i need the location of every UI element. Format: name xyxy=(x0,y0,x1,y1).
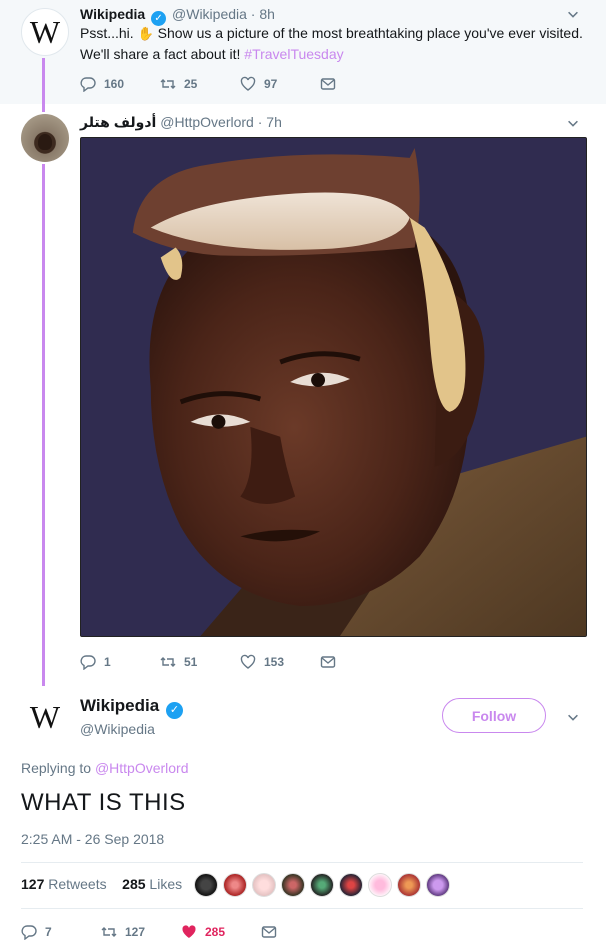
divider xyxy=(21,908,583,909)
reply-button[interactable]: 160 xyxy=(80,76,160,92)
reply-icon xyxy=(80,655,96,670)
liker-avatar[interactable] xyxy=(281,873,305,897)
like-count: 97 xyxy=(264,77,278,91)
envelope-icon xyxy=(320,656,336,668)
retweets-stat[interactable]: 127 Retweets xyxy=(21,876,107,892)
reply-button[interactable]: 7 xyxy=(21,924,101,940)
chevron-down-icon[interactable] xyxy=(565,7,581,23)
likes-stat-count: 285 xyxy=(122,876,146,892)
author-name[interactable]: Wikipedia ✓ xyxy=(80,696,185,719)
reply-count: 1 xyxy=(104,655,111,669)
envelope-icon xyxy=(261,926,277,938)
author-handle[interactable]: @HttpOverlord xyxy=(160,114,254,130)
tweet-actions: 160 25 97 xyxy=(80,76,344,92)
retweet-count: 127 xyxy=(125,925,146,939)
wikipedia-avatar[interactable]: W xyxy=(21,693,69,741)
chevron-down-icon[interactable] xyxy=(565,710,581,726)
follow-button[interactable]: Follow xyxy=(442,698,546,733)
thread-connector xyxy=(42,58,45,112)
tweet-text: Psst...hi. ✋ Show us a picture of the mo… xyxy=(80,23,590,64)
like-count: 153 xyxy=(264,655,285,669)
heart-icon xyxy=(240,76,256,91)
tweet-header: أدولف هتلر @HttpOverlord · 7h xyxy=(80,114,282,131)
tweet-photo[interactable] xyxy=(80,137,587,637)
divider xyxy=(21,862,583,863)
reply-icon xyxy=(80,77,96,92)
reply-count: 160 xyxy=(104,77,125,91)
reply-button[interactable]: 1 xyxy=(80,654,160,670)
liker-avatar[interactable] xyxy=(252,873,276,897)
author-name[interactable]: أدولف هتلر xyxy=(80,114,156,130)
message-button[interactable] xyxy=(320,76,344,92)
tweet-actions: 1 51 153 xyxy=(80,654,344,670)
tweet-actions: 7 127 285 xyxy=(21,924,285,940)
author-name-text: Wikipedia xyxy=(80,696,160,715)
separator: · xyxy=(253,114,267,130)
liker-avatar[interactable] xyxy=(223,873,247,897)
retweet-count: 51 xyxy=(184,655,198,669)
tweet-timestamp[interactable]: 2:25 AM - 26 Sep 2018 xyxy=(21,831,164,847)
replying-to-link[interactable]: @HttpOverlord xyxy=(95,760,189,776)
reply-icon xyxy=(21,925,37,940)
liker-avatars xyxy=(194,873,455,897)
thread-connector xyxy=(42,164,45,686)
liker-avatar[interactable] xyxy=(194,873,218,897)
tweet-text-start: Psst...hi. xyxy=(80,25,138,41)
liker-avatar[interactable] xyxy=(310,873,334,897)
retweet-button[interactable]: 51 xyxy=(160,654,240,670)
verified-badge-icon: ✓ xyxy=(165,702,183,719)
retweet-icon xyxy=(160,79,176,89)
liker-avatar[interactable] xyxy=(426,873,450,897)
message-button[interactable] xyxy=(261,924,285,940)
likes-stat[interactable]: 285 Likes xyxy=(122,876,182,892)
author-handle[interactable]: @Wikipedia xyxy=(172,6,247,22)
retweet-count: 25 xyxy=(184,77,198,91)
message-button[interactable] xyxy=(320,654,344,670)
retweets-stat-label: Retweets xyxy=(48,876,107,892)
liker-avatar[interactable] xyxy=(368,873,392,897)
like-count: 285 xyxy=(205,925,226,939)
heart-filled-icon xyxy=(182,925,196,938)
like-button[interactable]: 97 xyxy=(240,76,320,92)
parent-tweet[interactable]: W Wikipedia ✓ @Wikipedia · 8h Psst...hi.… xyxy=(0,0,606,104)
liker-avatar[interactable] xyxy=(397,873,421,897)
author-handle[interactable]: @Wikipedia xyxy=(80,721,155,737)
reply-count: 7 xyxy=(45,925,52,939)
heart-icon xyxy=(240,654,256,669)
likes-stat-label: Likes xyxy=(149,876,183,892)
like-button[interactable]: 285 xyxy=(181,924,261,940)
tweet-stats: 127 Retweets 285 Likes xyxy=(21,876,182,892)
user-avatar[interactable] xyxy=(21,114,69,162)
like-button[interactable]: 153 xyxy=(240,654,320,670)
retweet-icon xyxy=(160,657,176,667)
separator: · xyxy=(246,6,260,22)
author-name[interactable]: Wikipedia xyxy=(80,6,145,22)
wave-hand-icon: ✋ xyxy=(137,26,154,41)
tweet-text: WHAT IS THIS xyxy=(21,789,186,816)
retweet-button[interactable]: 127 xyxy=(101,924,181,940)
wikipedia-avatar[interactable]: W xyxy=(21,8,69,56)
hashtag-link[interactable]: #TravelTuesday xyxy=(244,46,343,62)
retweets-stat-count: 127 xyxy=(21,876,45,892)
retweet-icon xyxy=(101,927,117,937)
replying-to: Replying to @HttpOverlord xyxy=(21,760,189,776)
retweet-button[interactable]: 25 xyxy=(160,76,240,92)
envelope-icon xyxy=(320,78,336,90)
tweet-time[interactable]: 7h xyxy=(266,114,282,130)
liker-avatar[interactable] xyxy=(339,873,363,897)
chevron-down-icon[interactable] xyxy=(565,116,581,132)
tweet-time[interactable]: 8h xyxy=(259,6,275,22)
replying-prefix: Replying to xyxy=(21,760,95,776)
